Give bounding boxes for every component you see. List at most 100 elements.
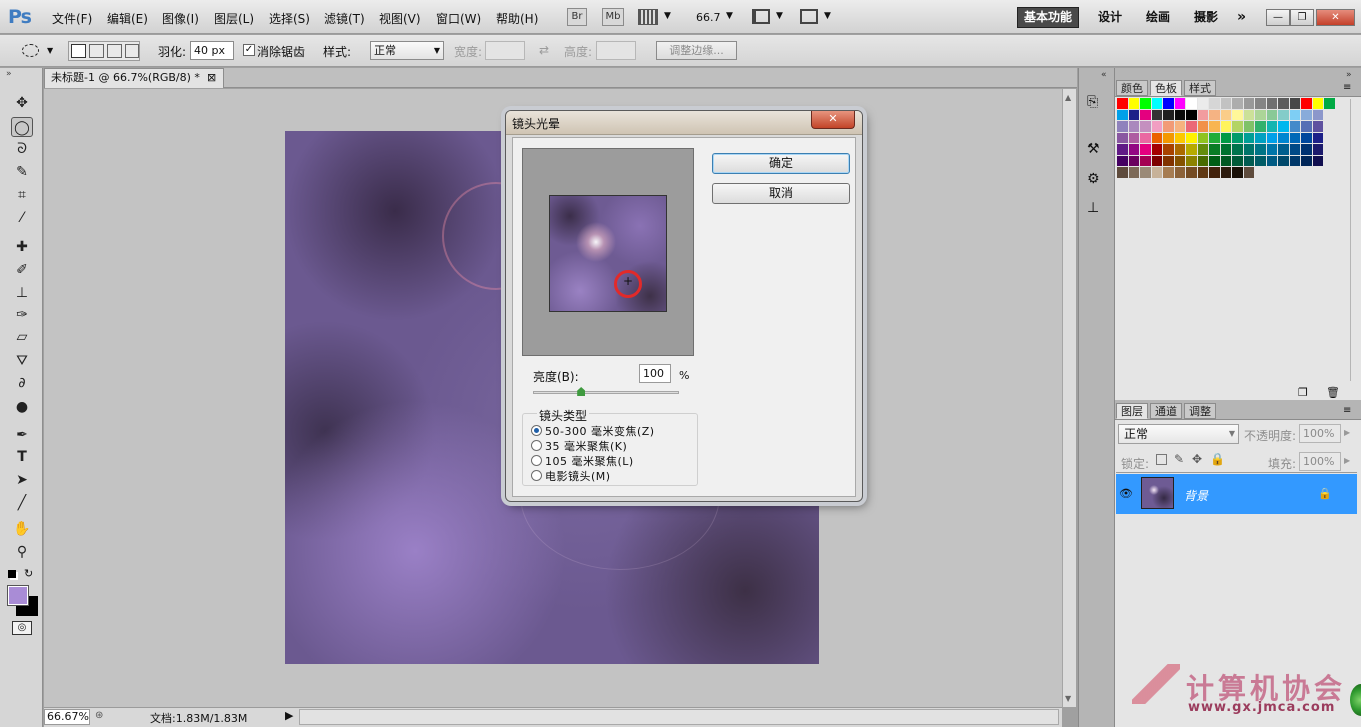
history-panel-icon[interactable]: ⎘ <box>1087 94 1098 110</box>
chevron-down-icon[interactable]: ▼ <box>47 46 53 55</box>
menu-item[interactable]: 图像(I) <box>162 10 199 27</box>
color-swatch[interactable] <box>1312 132 1323 143</box>
eraser-tool-icon[interactable]: ▱ <box>11 327 33 347</box>
color-swatch[interactable] <box>1301 132 1312 143</box>
color-swatch[interactable] <box>1117 155 1128 166</box>
color-swatch[interactable] <box>1278 121 1289 132</box>
lens-type-option-label[interactable]: 35 毫米聚焦(K) <box>545 438 627 454</box>
arrange-documents-icon[interactable] <box>752 9 770 24</box>
menu-item[interactable]: 图层(L) <box>214 10 254 27</box>
view-extras-icon[interactable] <box>638 9 658 25</box>
color-swatch[interactable] <box>1232 167 1243 178</box>
menu-item[interactable]: 视图(V) <box>379 10 421 27</box>
color-swatch[interactable] <box>1266 155 1277 166</box>
color-swatch[interactable] <box>1220 98 1231 109</box>
color-swatch[interactable] <box>1174 121 1185 132</box>
style-select[interactable]: 正常 ▼ <box>370 41 444 60</box>
color-swatch[interactable] <box>1128 132 1139 143</box>
lens-type-radio[interactable] <box>531 425 542 436</box>
fill-arrow-icon[interactable]: ▶ <box>1344 456 1350 465</box>
color-swatch[interactable] <box>1128 167 1139 178</box>
fill-input[interactable]: 100% <box>1299 452 1341 471</box>
color-swatch[interactable] <box>1289 98 1300 109</box>
color-swatch[interactable] <box>1186 167 1197 178</box>
color-swatch[interactable] <box>1220 144 1231 155</box>
zoom-tool-icon[interactable]: ⚲ <box>11 542 33 562</box>
color-swatch[interactable] <box>1312 121 1323 132</box>
elliptical-marquee-icon[interactable] <box>22 44 39 57</box>
layers-panel-tab[interactable]: 图层 <box>1116 403 1148 419</box>
type-tool-icon[interactable]: T <box>11 447 33 467</box>
color-swatch[interactable] <box>1220 121 1231 132</box>
minibridge-button[interactable]: Mb <box>602 8 624 26</box>
blend-mode-select[interactable]: 正常 ▼ <box>1118 424 1239 444</box>
dialog-close-button[interactable]: ✕ <box>811 111 855 129</box>
close-button[interactable]: ✕ <box>1316 9 1355 26</box>
color-swatch[interactable] <box>1140 109 1151 120</box>
color-swatch[interactable] <box>1128 144 1139 155</box>
feather-input[interactable]: 40 px <box>190 41 234 60</box>
color-swatch[interactable] <box>1197 155 1208 166</box>
color-swatch[interactable] <box>1151 121 1162 132</box>
screen-mode-icon[interactable] <box>800 9 818 24</box>
color-swatch[interactable] <box>1312 98 1323 109</box>
menu-item[interactable]: 帮助(H) <box>496 10 538 27</box>
lens-type-radio[interactable] <box>531 470 542 481</box>
color-swatch[interactable] <box>1163 109 1174 120</box>
color-swatch[interactable] <box>1243 121 1254 132</box>
color-swatch[interactable] <box>1174 155 1185 166</box>
chevron-down-icon[interactable]: ▼ <box>776 11 783 21</box>
color-swatch[interactable] <box>1278 132 1289 143</box>
color-swatch[interactable] <box>1128 121 1139 132</box>
brightness-slider[interactable] <box>533 391 679 394</box>
cancel-button[interactable]: 取消 <box>712 183 850 204</box>
lens-type-radio[interactable] <box>531 440 542 451</box>
color-swatch[interactable] <box>1312 144 1323 155</box>
menu-item[interactable]: 编辑(E) <box>107 10 148 27</box>
color-swatch[interactable] <box>1301 155 1312 166</box>
color-swatch[interactable] <box>1163 98 1174 109</box>
brightness-input[interactable]: 100 <box>639 364 671 383</box>
eye-visibility-icon[interactable]: 👁 <box>1119 487 1133 500</box>
color-swatch[interactable] <box>1301 121 1312 132</box>
color-swatch[interactable] <box>1151 155 1162 166</box>
color-swatch[interactable] <box>1312 109 1323 120</box>
dialog-title-bar[interactable]: 镜头光晕 ✕ <box>506 111 862 135</box>
chevron-down-icon[interactable]: ▼ <box>824 11 831 21</box>
color-swatch[interactable] <box>1301 98 1312 109</box>
tool-presets-icon[interactable]: ⊥ <box>1087 200 1099 216</box>
color-swatch[interactable] <box>1209 155 1220 166</box>
color-swatch[interactable] <box>1186 144 1197 155</box>
color-swatch[interactable] <box>1209 167 1220 178</box>
document-tab[interactable]: 未标题-1 @ 66.7%(RGB/8) * <box>44 68 224 88</box>
blur-tool-icon[interactable]: ∂ <box>11 373 33 393</box>
collapse-panels-icon[interactable]: « <box>1101 70 1107 80</box>
scroll-down-icon[interactable]: ▼ <box>1065 694 1071 703</box>
color-swatch[interactable] <box>1174 132 1185 143</box>
lens-type-option-label[interactable]: 电影镜头(M) <box>545 468 611 484</box>
bridge-button[interactable]: Br <box>567 8 587 26</box>
preview-thumbnail[interactable]: + <box>549 195 667 312</box>
color-swatch[interactable] <box>1301 144 1312 155</box>
color-swatch[interactable] <box>1324 98 1335 109</box>
menu-item[interactable]: 文件(F) <box>52 10 92 27</box>
color-swatch[interactable] <box>1140 98 1151 109</box>
menu-item[interactable]: 窗口(W) <box>436 10 481 27</box>
dodge-tool-icon[interactable]: ● <box>11 397 33 417</box>
color-swatch[interactable] <box>1117 167 1128 178</box>
color-swatch[interactable] <box>1312 155 1323 166</box>
move-tool-icon[interactable]: ✥ <box>11 93 33 113</box>
color-swatch[interactable] <box>1278 109 1289 120</box>
color-swatch[interactable] <box>1255 98 1266 109</box>
menu-item[interactable]: 选择(S) <box>269 10 310 27</box>
color-swatch[interactable] <box>1266 132 1277 143</box>
color-swatch[interactable] <box>1209 109 1220 120</box>
color-swatch[interactable] <box>1266 109 1277 120</box>
pen-tool-icon[interactable]: ✒ <box>11 425 33 445</box>
color-swatch[interactable] <box>1243 98 1254 109</box>
color-swatch[interactable] <box>1289 144 1300 155</box>
color-swatch[interactable] <box>1151 98 1162 109</box>
color-swatch[interactable] <box>1117 132 1128 143</box>
delete-swatch-icon[interactable]: 🗑 <box>1326 386 1340 399</box>
color-swatch[interactable] <box>1232 98 1243 109</box>
